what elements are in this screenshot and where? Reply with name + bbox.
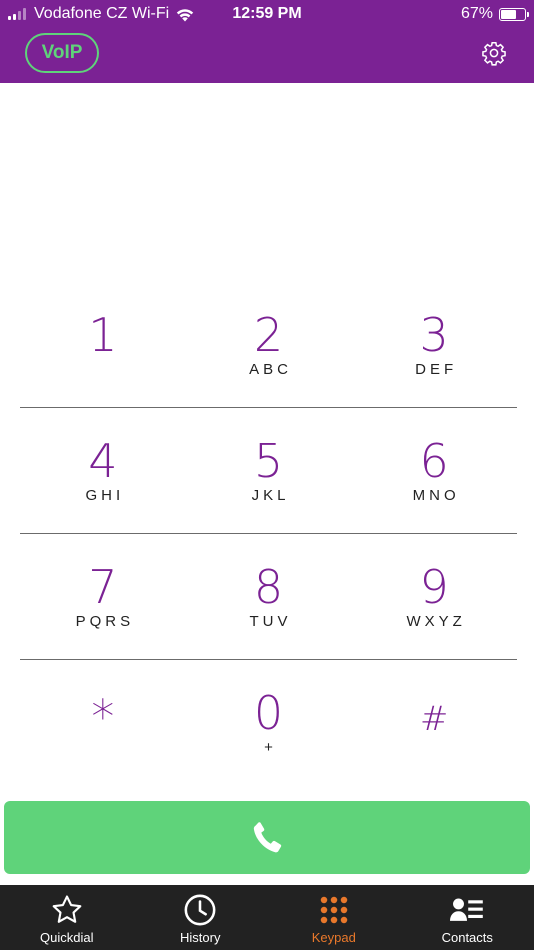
key-letters: WXYZ: [406, 613, 466, 630]
phone-icon: [253, 821, 282, 852]
battery-percent: 67%: [460, 5, 493, 22]
keypad-row: 4 GHI 5 JKL 6 MNO: [20, 408, 517, 534]
top-bar: Vodafone CZ Wi-Fi 12:59 PM 67% VoIP: [0, 0, 534, 83]
key-letters: PQRS: [75, 613, 135, 630]
key-4[interactable]: 4 GHI: [20, 408, 186, 534]
key-letters: DEF: [415, 361, 458, 378]
contacts-icon: [450, 898, 484, 921]
battery-level: [501, 9, 517, 19]
status-bar: Vodafone CZ Wi-Fi 12:59 PM 67%: [0, 0, 534, 30]
key-digit: 6: [419, 434, 449, 488]
key-hash[interactable]: #: [351, 660, 517, 786]
battery-icon: [499, 7, 529, 21]
tab-label: Contacts: [441, 930, 493, 945]
key-0[interactable]: 0 +: [186, 660, 352, 786]
tab-label: Quickdial: [40, 930, 94, 945]
tab-label: History: [180, 930, 221, 945]
keypad-row: 1 2 ABC 3 DEF: [20, 282, 517, 408]
key-5[interactable]: 5 JKL: [186, 408, 352, 534]
key-3[interactable]: 3 DEF: [351, 282, 517, 408]
key-2[interactable]: 2 ABC: [186, 282, 352, 408]
key-digit: 3: [419, 308, 449, 362]
key-9[interactable]: 9 WXYZ: [351, 534, 517, 660]
key-letters: TUV: [249, 613, 292, 630]
key-digit: #: [419, 699, 449, 739]
key-digit: 5: [253, 434, 284, 488]
key-digit: 1: [88, 308, 118, 362]
key-letters: JKL: [251, 487, 290, 504]
star-icon: [52, 895, 82, 923]
key-star[interactable]: *: [20, 660, 186, 786]
keypad-icon: [320, 896, 347, 924]
tab-history[interactable]: History: [134, 885, 268, 950]
key-digit: 7: [88, 560, 118, 614]
voip-badge[interactable]: VoIP: [25, 33, 99, 73]
tab-contacts[interactable]: Contacts: [401, 885, 534, 950]
key-digit: 8: [253, 560, 284, 614]
clock-time: 12:59 PM: [232, 5, 302, 22]
key-7[interactable]: 7 PQRS: [20, 534, 186, 660]
key-letters: MNO: [412, 487, 460, 504]
key-digit: 4: [88, 434, 118, 488]
key-digit: 9: [419, 560, 449, 614]
key-letters: ABC: [249, 361, 292, 378]
tab-bar: Quickdial History Keypad Contacts: [0, 885, 534, 950]
tab-keypad[interactable]: Keypad: [267, 885, 401, 950]
tab-quickdial[interactable]: Quickdial: [0, 885, 134, 950]
tab-label: Keypad: [311, 930, 356, 945]
key-8[interactable]: 8 TUV: [186, 534, 352, 660]
dial-keypad: 1 2 ABC 3 DEF 4 GHI 5 JKL 6 MNO 7 PQRS 8 TUV 9W…: [20, 282, 517, 786]
key-letters: GHI: [85, 487, 125, 504]
gear-icon[interactable]: [481, 40, 507, 66]
keypad-row: * 0 + #: [20, 660, 517, 786]
key-digit: *: [91, 690, 115, 744]
clock-icon: [184, 894, 216, 926]
call-button[interactable]: [4, 801, 530, 874]
key-1[interactable]: 1: [20, 282, 186, 408]
key-digit: 2: [253, 308, 284, 362]
keypad-row: 7 PQRS 8 TUV 9 WXYZ: [20, 534, 517, 660]
key-letters: +: [264, 739, 277, 756]
key-6[interactable]: 6 MNO: [351, 408, 517, 534]
key-digit: 0: [253, 686, 284, 740]
